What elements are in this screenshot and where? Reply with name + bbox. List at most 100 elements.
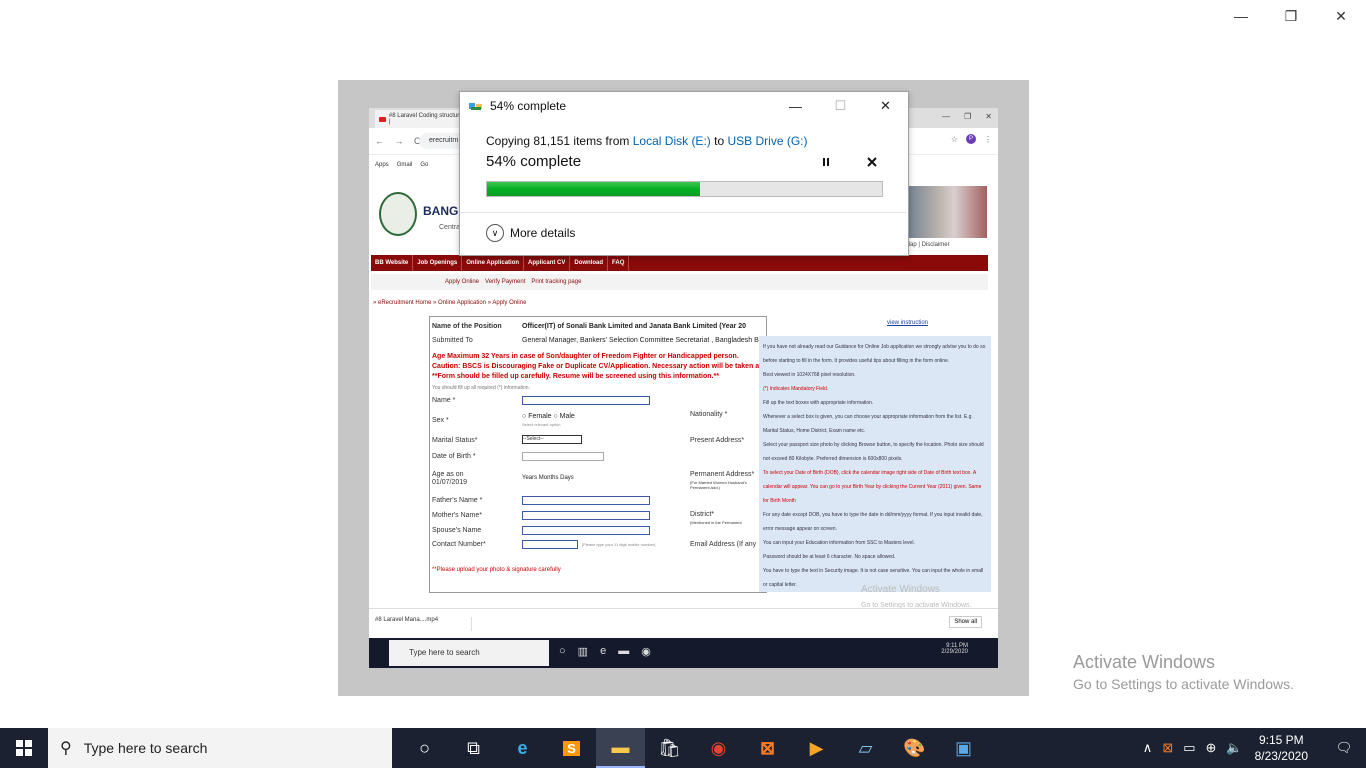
age-warning: Age Maximum 32 Years in case of Son/daug… (432, 353, 739, 360)
cortana-icon[interactable]: ○ (400, 728, 449, 768)
age-as-on-label: Age as on (432, 471, 464, 478)
search-icon: ⚲ (60, 740, 72, 757)
name-input (522, 396, 650, 405)
chrome-icon[interactable]: ◉ (694, 728, 743, 768)
dialog-minimize-button[interactable]: — (773, 92, 818, 120)
spouse-input (522, 526, 650, 535)
father-input (522, 496, 650, 505)
volume-icon[interactable]: 🔈 (1226, 740, 1242, 756)
browser-controls: — ❐ ✕ (942, 112, 992, 121)
edge-icon[interactable]: e (498, 728, 547, 768)
clock[interactable]: 9:15 PM 8/23/2020 (1255, 732, 1308, 764)
taskbar-apps: ○ ⧉ e S ▬ 🛍 ◉ ⊠ ▶ ▱ 🎨 ▣ (400, 728, 988, 768)
submenu-item: Apply Online (445, 279, 480, 285)
xampp-icon[interactable]: ⊠ (743, 728, 792, 768)
bookmark-apps: Apps (375, 162, 389, 168)
present-address-label: Present Address* (690, 437, 745, 444)
chrome-icon: ◉ (641, 646, 651, 658)
browser-extensions: ☆ P ⋮ (951, 134, 992, 144)
cortana-icon: ○ (559, 645, 566, 657)
clock-time: 9:15 PM (1258, 733, 1304, 747)
form-warning: **Form should be filled up carefully. Re… (432, 373, 719, 380)
photo-note: **Please upload your photo & signature c… (432, 567, 561, 573)
clock-date: 8/23/2020 (1254, 749, 1308, 763)
copy-files-icon (469, 103, 482, 110)
dialog-maximize-button[interactable]: ☐ (818, 92, 863, 120)
photos-icon[interactable]: ▣ (939, 728, 988, 768)
youtube-icon (379, 116, 386, 122)
browser-tab: #8 Laravel Coding structure | (375, 110, 465, 128)
contact-label: Contact Number* (432, 541, 486, 548)
father-label: Father's Name * (432, 497, 483, 504)
start-button[interactable] (0, 728, 48, 768)
network-icon[interactable]: ▭ (1183, 740, 1195, 756)
dialog-close-button[interactable]: ✕ (863, 92, 908, 120)
submitted-label: Submitted To (432, 337, 473, 344)
nationality-label: Nationality * (690, 411, 728, 418)
marital-select: --Select-- (522, 435, 582, 444)
media-player-icon[interactable]: ▶ (792, 728, 841, 768)
age-value: Years Months Days (522, 475, 574, 481)
edge-icon: e (600, 645, 607, 657)
header-links: Map | Disclaimer (905, 242, 950, 248)
restore-button[interactable]: ❐ (1266, 0, 1316, 32)
close-button[interactable]: ✕ (1316, 0, 1366, 32)
sex-label: Sex * (432, 417, 449, 424)
pause-icon (823, 158, 829, 166)
header-banner-image (905, 186, 987, 238)
required-note: You should fill up all required (*) info… (432, 385, 530, 391)
store-icon[interactable]: 🛍 (645, 728, 694, 768)
help-line: If you have not already read our Guidanc… (763, 344, 986, 364)
cancel-button[interactable] (867, 156, 877, 170)
help-line: Whenever a select box is given, you can … (763, 414, 973, 434)
dialog-separator (460, 212, 906, 213)
bookmarks-bar: Apps Gmail Go (375, 162, 428, 168)
copy-prefix: Copying 81,151 items from (486, 134, 630, 148)
position-label: Name of the Position (432, 323, 502, 330)
bookmark-gmail: Gmail (396, 162, 413, 168)
contact-input (522, 540, 578, 549)
source-link[interactable]: Local Disk (E:) (633, 134, 711, 148)
laptop-date: 2/29/2020 (941, 649, 968, 655)
bank-logo (379, 192, 417, 236)
taskbar: ⚲ Type here to search ○ ⧉ e S ▬ 🛍 ◉ ⊠ ▶ … (0, 728, 1366, 768)
minimize-button[interactable]: — (1216, 0, 1266, 32)
more-details-button[interactable]: ∨ More details (486, 224, 575, 242)
progress-bar (486, 181, 883, 197)
pause-button[interactable] (821, 156, 831, 170)
tab-title: #8 Laravel Coding structure | (388, 113, 463, 125)
notifications-icon[interactable]: 🗨 (1322, 740, 1366, 756)
xampp-tray-icon[interactable]: ⊠ (1162, 740, 1173, 756)
watermark-subtitle: Go to Settings to activate Windows. (1073, 676, 1294, 692)
bank-subtitle: Centra (439, 224, 461, 231)
dialog-title: 54% complete (490, 99, 567, 113)
menu-item: FAQ (608, 255, 630, 271)
browser-minimize-icon: — (942, 112, 951, 121)
outer-window-controls: — ❐ ✕ (1216, 0, 1366, 32)
copy-status-line: Copying 81,151 items from Local Disk (E:… (486, 134, 808, 148)
dob-label: Date of Birth * (432, 453, 476, 460)
spouse-label: Spouse's Name (432, 527, 482, 534)
browser-restore-icon: ❐ (964, 112, 972, 121)
notepad-icon[interactable]: ▱ (841, 728, 890, 768)
search-placeholder: Type here to search (83, 740, 208, 756)
destination-link[interactable]: USB Drive (G:) (727, 134, 807, 148)
paint-icon[interactable]: 🎨 (890, 728, 939, 768)
system-tray: ∧ ⊠ ▭ ⊕ 🔈 9:15 PM 8/23/2020 🗨 (1143, 728, 1366, 768)
folder-icon: ▬ (618, 645, 630, 657)
download-bar: #8 Laravel Mana....mp4 Show all (369, 608, 998, 637)
more-details-label: More details (510, 226, 576, 240)
sublime-text-icon[interactable]: S (547, 728, 596, 768)
language-icon[interactable]: ⊕ (1206, 740, 1217, 756)
help-line: You can input your Education information… (763, 540, 915, 546)
file-explorer-icon[interactable]: ▬ (596, 728, 645, 768)
taskbar-search-box[interactable]: ⚲ Type here to search (48, 728, 392, 768)
name-label: Name * (432, 397, 456, 404)
contact-hint: [Please type your 11 digit mobile number… (582, 542, 656, 547)
chevron-up-icon[interactable]: ∧ (1143, 740, 1153, 756)
marital-label: Marital Status* (432, 437, 478, 444)
watermark-title: Activate Windows (1073, 652, 1216, 672)
task-view-icon[interactable]: ⧉ (449, 728, 498, 768)
email-label: Email Address (If any (690, 541, 757, 548)
chevron-down-icon: ∨ (486, 224, 504, 242)
